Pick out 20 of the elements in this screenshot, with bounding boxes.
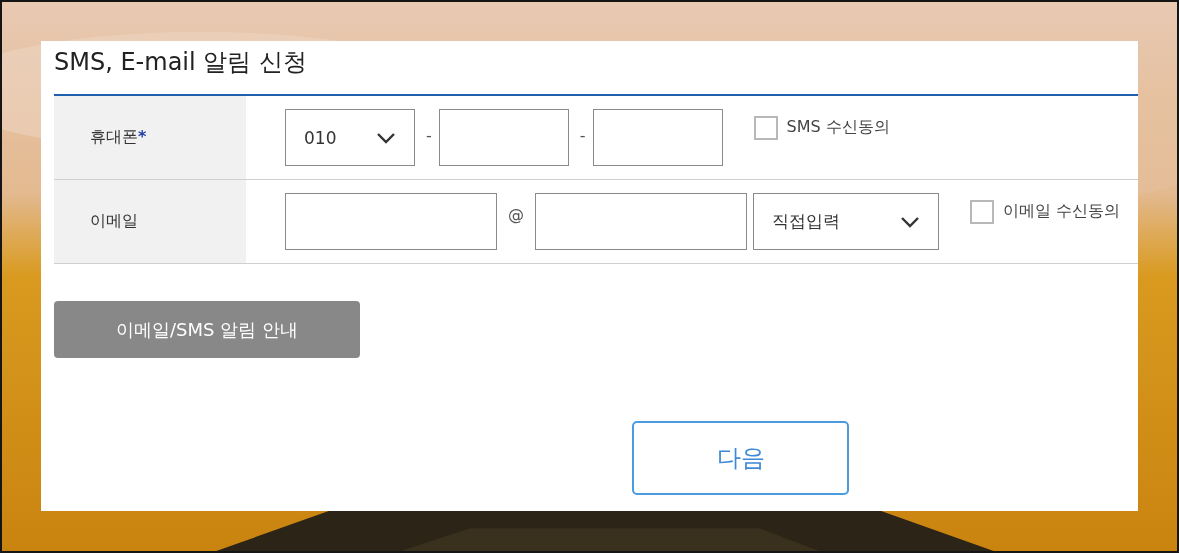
next-button[interactable]: 다음 (632, 421, 849, 495)
checkbox-label: SMS 수신동의 (786, 117, 890, 138)
checkbox[interactable] (970, 200, 994, 224)
checkbox-label: 이메일 수신동의 (1003, 201, 1121, 222)
input-field[interactable] (438, 109, 569, 166)
input-field[interactable] (592, 109, 723, 166)
dropdown[interactable]: 010 (285, 109, 415, 166)
field-label: 이메일 (90, 211, 138, 232)
input-field[interactable] (285, 193, 497, 250)
dropdown[interactable]: 직접입력 (753, 193, 939, 250)
field-label: 휴대폰* (90, 127, 147, 148)
checkbox[interactable] (753, 116, 778, 140)
separator-text: @ (507, 205, 525, 224)
chevron-down-icon (900, 215, 920, 228)
input-field[interactable] (535, 193, 747, 250)
separator-text: - (578, 126, 587, 145)
separator-text: - (425, 126, 433, 145)
info-button[interactable]: 이메일/SMS 알림 안내 (54, 301, 360, 358)
chevron-down-icon (376, 131, 396, 144)
form-title: SMS, E-mail 알림 신청 (54, 47, 308, 78)
